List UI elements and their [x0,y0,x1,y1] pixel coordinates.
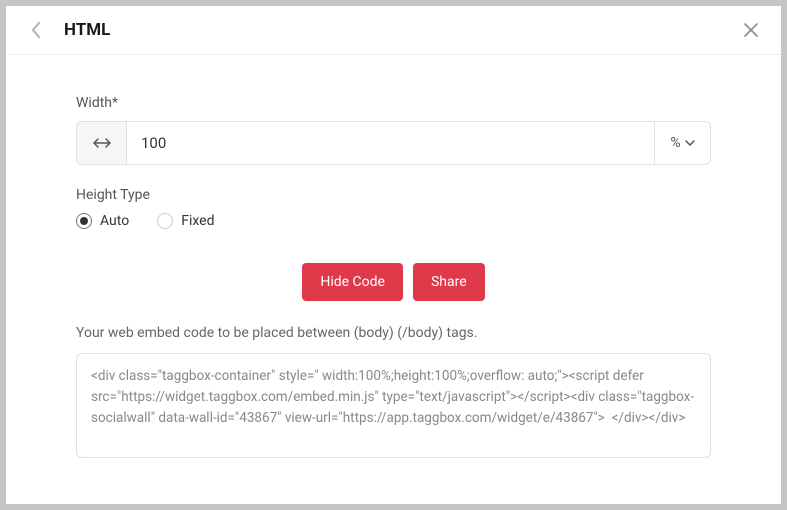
chevron-left-icon [30,21,42,39]
radio-auto[interactable]: Auto [76,213,129,229]
arrows-horizontal-icon [93,137,111,149]
embed-description: Your web embed code to be placed between… [76,325,711,341]
width-unit-label: % [670,135,680,151]
close-button[interactable] [741,20,761,40]
radio-fixed-circle [157,213,173,229]
chevron-down-icon [685,140,695,146]
close-icon [744,23,758,37]
radio-fixed-label: Fixed [181,213,214,229]
radio-auto-label: Auto [100,213,129,229]
height-type-label: Height Type [76,187,711,203]
embed-code-textarea[interactable] [76,353,711,458]
width-unit-select[interactable]: % [654,122,710,164]
radio-auto-dot [80,217,88,225]
width-input[interactable] [127,122,654,164]
width-prefix [77,122,127,164]
radio-auto-circle [76,213,92,229]
height-type-radio-group: Auto Fixed [76,213,711,229]
modal-container: HTML Width* % Height Type [6,6,781,504]
width-label: Width* [76,95,711,111]
back-button[interactable] [26,20,46,40]
hide-code-button[interactable]: Hide Code [302,263,403,301]
modal-header: HTML [6,6,781,55]
radio-fixed[interactable]: Fixed [157,213,214,229]
share-button[interactable]: Share [413,263,485,301]
modal-title: HTML [64,20,723,40]
width-input-group: % [76,121,711,165]
modal-content: Width* % Height Type Auto [6,55,781,504]
action-buttons: Hide Code Share [76,263,711,301]
